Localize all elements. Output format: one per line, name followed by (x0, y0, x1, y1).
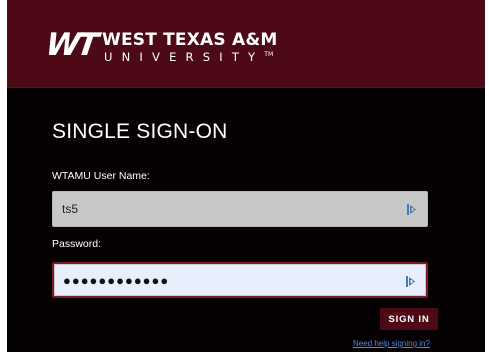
right-edge-bar (485, 0, 489, 352)
password-label: Password: (52, 238, 102, 250)
trademark-symbol: TM (264, 51, 274, 58)
university-logo[interactable]: WT WEST TEXAS A&M UNIVERSITYTM (43, 27, 286, 64)
help-link[interactable]: Need help signing in? (353, 339, 430, 348)
username-field[interactable]: ts5 (52, 191, 428, 227)
left-edge-bar (0, 0, 7, 352)
site-header: WT WEST TEXAS A&M UNIVERSITYTM (7, 0, 485, 88)
username-label: WTAMU User Name: (52, 170, 150, 182)
login-panel: SINGLE SIGN-ON WTAMU User Name: ts5 Pass… (7, 89, 485, 352)
logo-university-text: UNIVERSITY (104, 49, 265, 64)
password-mask: ●●●●●●●●●●●● (63, 272, 170, 288)
logo-name-line2: UNIVERSITYTM (104, 48, 273, 64)
login-page: WT WEST TEXAS A&M UNIVERSITYTM SINGLE SI… (0, 0, 489, 352)
username-value: ts5 (62, 202, 79, 216)
logo-name-line1: WEST TEXAS A&M (102, 30, 278, 50)
password-manager-icon[interactable] (407, 204, 417, 215)
password-manager-icon[interactable] (406, 276, 416, 287)
logo-mark: WT (43, 27, 98, 63)
page-title: SINGLE SIGN-ON (52, 120, 228, 143)
password-field[interactable]: ●●●●●●●●●●●● (52, 262, 428, 298)
sign-in-button[interactable]: SIGN IN (380, 308, 438, 330)
